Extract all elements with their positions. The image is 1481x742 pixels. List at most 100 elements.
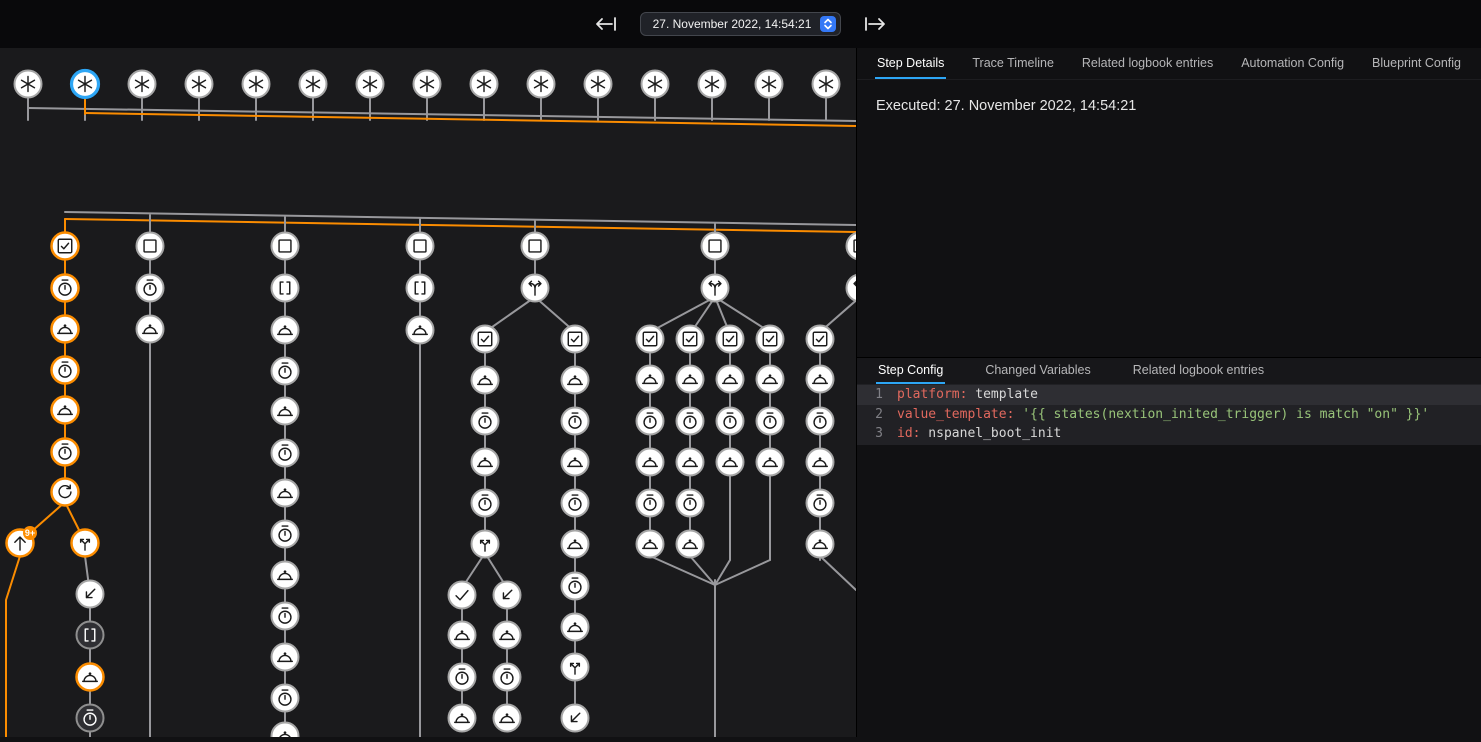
run-select[interactable]: 27. November 2022, 14:54:21 [640,12,842,36]
trace-node-service[interactable] [807,366,834,393]
trace-node-check[interactable] [449,582,476,609]
trace-node-delay[interactable] [272,685,299,712]
trace-node-asterisk[interactable] [813,71,840,98]
trace-node-service[interactable] [272,398,299,425]
trace-node-service[interactable] [717,366,744,393]
trace-node-condition[interactable] [562,326,589,353]
trace-node-asterisk[interactable] [642,71,669,98]
trace-node-service[interactable] [757,366,784,393]
trace-node-service[interactable] [137,316,164,343]
trace-node-delay[interactable] [717,408,744,435]
trace-node-choose[interactable] [522,275,549,302]
trace-node-service[interactable] [562,449,589,476]
trace-node-delay[interactable] [472,490,499,517]
trace-node-asterisk[interactable] [129,71,156,98]
tab-blueprint-config[interactable]: Blueprint Config [1370,48,1463,79]
trace-node-arrow-up[interactable]: 9+ [7,526,38,557]
trace-node-service[interactable] [637,449,664,476]
trace-node-delay[interactable] [52,439,79,466]
trace-node-delay[interactable] [637,408,664,435]
trace-node-service[interactable] [272,723,299,738]
trace-node-condition[interactable] [757,326,784,353]
trace-node-delay[interactable] [137,275,164,302]
trace-node-delay[interactable] [52,357,79,384]
trace-node-asterisk[interactable] [15,71,42,98]
trace-node-service[interactable] [677,531,704,558]
trace-node-delay[interactable] [52,275,79,302]
trace-node-service[interactable] [562,614,589,641]
trace-node-service[interactable] [449,622,476,649]
trace-node-service[interactable] [637,366,664,393]
trace-node-asterisk[interactable] [72,71,99,98]
trace-node-square[interactable] [407,233,434,260]
subtab-step-config[interactable]: Step Config [876,358,945,384]
trace-node-asterisk[interactable] [243,71,270,98]
trace-node-split[interactable] [562,654,589,681]
trace-node-service[interactable] [77,664,104,691]
trace-node-asterisk[interactable] [756,71,783,98]
trace-node-service[interactable] [677,366,704,393]
trace-node-delay[interactable] [272,358,299,385]
trace-node-condition[interactable] [52,233,79,260]
trace-node-delay[interactable] [637,490,664,517]
trace-node-brackets[interactable] [272,275,299,302]
trace-node-delay[interactable] [807,490,834,517]
trace-node-service[interactable] [562,531,589,558]
trace-node-condition[interactable] [472,326,499,353]
trace-node-arrow-in[interactable] [77,581,104,608]
trace-node-delay[interactable] [449,664,476,691]
trace-node-delay[interactable] [77,705,104,732]
trace-node-delay[interactable] [272,521,299,548]
trace-node-square[interactable] [137,233,164,260]
trace-node-asterisk[interactable] [528,71,555,98]
trace-node-square[interactable] [522,233,549,260]
trace-node-service[interactable] [449,705,476,732]
trace-node-service[interactable] [807,449,834,476]
trace-node-square[interactable] [272,233,299,260]
trace-node-arrow-in[interactable] [562,705,589,732]
next-run-button[interactable] [859,12,891,36]
subtab-related-logbook-entries[interactable]: Related logbook entries [1131,358,1266,384]
trace-node-split[interactable] [72,530,99,557]
tab-step-details[interactable]: Step Details [875,48,946,79]
subtab-changed-variables[interactable]: Changed Variables [983,358,1092,384]
trace-node-delay[interactable] [272,603,299,630]
trace-node-delay[interactable] [807,408,834,435]
trace-node-brackets[interactable] [407,275,434,302]
tab-trace-timeline[interactable]: Trace Timeline [970,48,1056,79]
trace-node-asterisk[interactable] [585,71,612,98]
trace-node-brackets[interactable] [77,622,104,649]
trace-node-delay[interactable] [494,664,521,691]
trace-node-condition[interactable] [637,326,664,353]
trace-node-service[interactable] [272,317,299,344]
trace-node-square[interactable] [847,233,857,260]
trace-node-service[interactable] [272,480,299,507]
trace-node-service[interactable] [494,622,521,649]
trace-node-condition[interactable] [807,326,834,353]
trace-node-service[interactable] [494,705,521,732]
trace-node-service[interactable] [472,367,499,394]
trace-node-choose[interactable] [702,275,729,302]
trace-node-condition[interactable] [677,326,704,353]
trace-node-service[interactable] [717,449,744,476]
trace-node-asterisk[interactable] [186,71,213,98]
trace-node-service[interactable] [272,644,299,671]
tab-related-logbook-entries[interactable]: Related logbook entries [1080,48,1215,79]
trace-node-asterisk[interactable] [414,71,441,98]
trace-node-delay[interactable] [472,408,499,435]
previous-run-button[interactable] [590,12,622,36]
trace-node-asterisk[interactable] [471,71,498,98]
trace-node-delay[interactable] [757,408,784,435]
trace-node-delay[interactable] [677,490,704,517]
trace-node-arrow-in[interactable] [494,582,521,609]
trace-node-service[interactable] [637,531,664,558]
trace-node-delay[interactable] [272,440,299,467]
trace-node-repeat[interactable] [52,479,79,506]
trace-node-asterisk[interactable] [357,71,384,98]
trace-node-choose[interactable] [847,275,857,302]
trace-node-service[interactable] [807,531,834,558]
trace-node-delay[interactable] [562,408,589,435]
trace-node-service[interactable] [52,397,79,424]
trace-node-asterisk[interactable] [699,71,726,98]
trace-node-delay[interactable] [562,573,589,600]
